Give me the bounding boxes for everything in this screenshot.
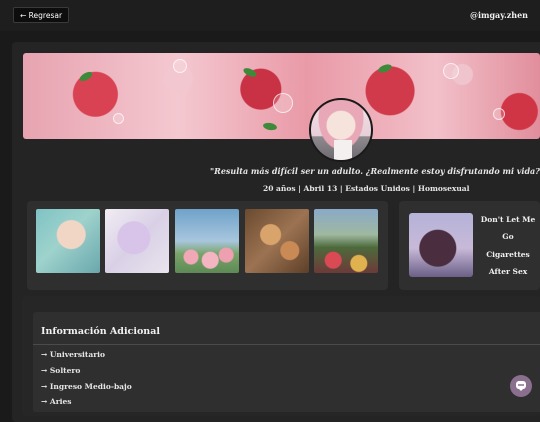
bubble-decoration [443,63,459,79]
chat-button[interactable] [510,375,532,397]
divider [33,344,540,345]
flower-field-tree-image[interactable] [314,209,378,273]
back-button[interactable]: ← Regresar [13,7,70,23]
top-bar [0,0,540,31]
bubble-decoration [273,93,293,113]
profile-banner-image [23,53,540,139]
bubble-decoration [493,108,505,120]
info-item: → Soltero [41,366,81,375]
bubble-decoration [173,59,187,73]
chat-dots-icon [518,384,524,386]
song-title[interactable]: Don't Let Me Go [480,211,536,245]
avatar-shirt [334,140,352,160]
anime-boy-lying-flowers-image[interactable] [105,209,169,273]
profile-meta: 20 años | Abril 13 | Estados Unidos | Ho… [263,184,470,193]
info-item: → Universitario [41,350,106,359]
leaf-decoration [377,62,393,75]
username: @imgay.zhen [469,10,528,20]
album-cover-couple-image[interactable] [409,213,473,277]
tulips-sky-image[interactable] [175,209,239,273]
profile-quote: "Resulta más difícil ser un adulto. ¿Rea… [210,166,540,176]
info-item: → Ingreso Medio-bajo [41,382,132,391]
leaf-decoration [242,66,258,79]
bubble-decoration [113,113,124,124]
leaf-decoration [78,69,94,84]
avatar [309,98,373,162]
info-title: Información Adicional [41,326,160,337]
artist-name[interactable]: Cigarettes After Sex [480,246,536,280]
picnic-food-image[interactable] [245,209,309,273]
anime-boy-blue-hair-image[interactable] [36,209,100,273]
leaf-decoration [262,121,278,132]
